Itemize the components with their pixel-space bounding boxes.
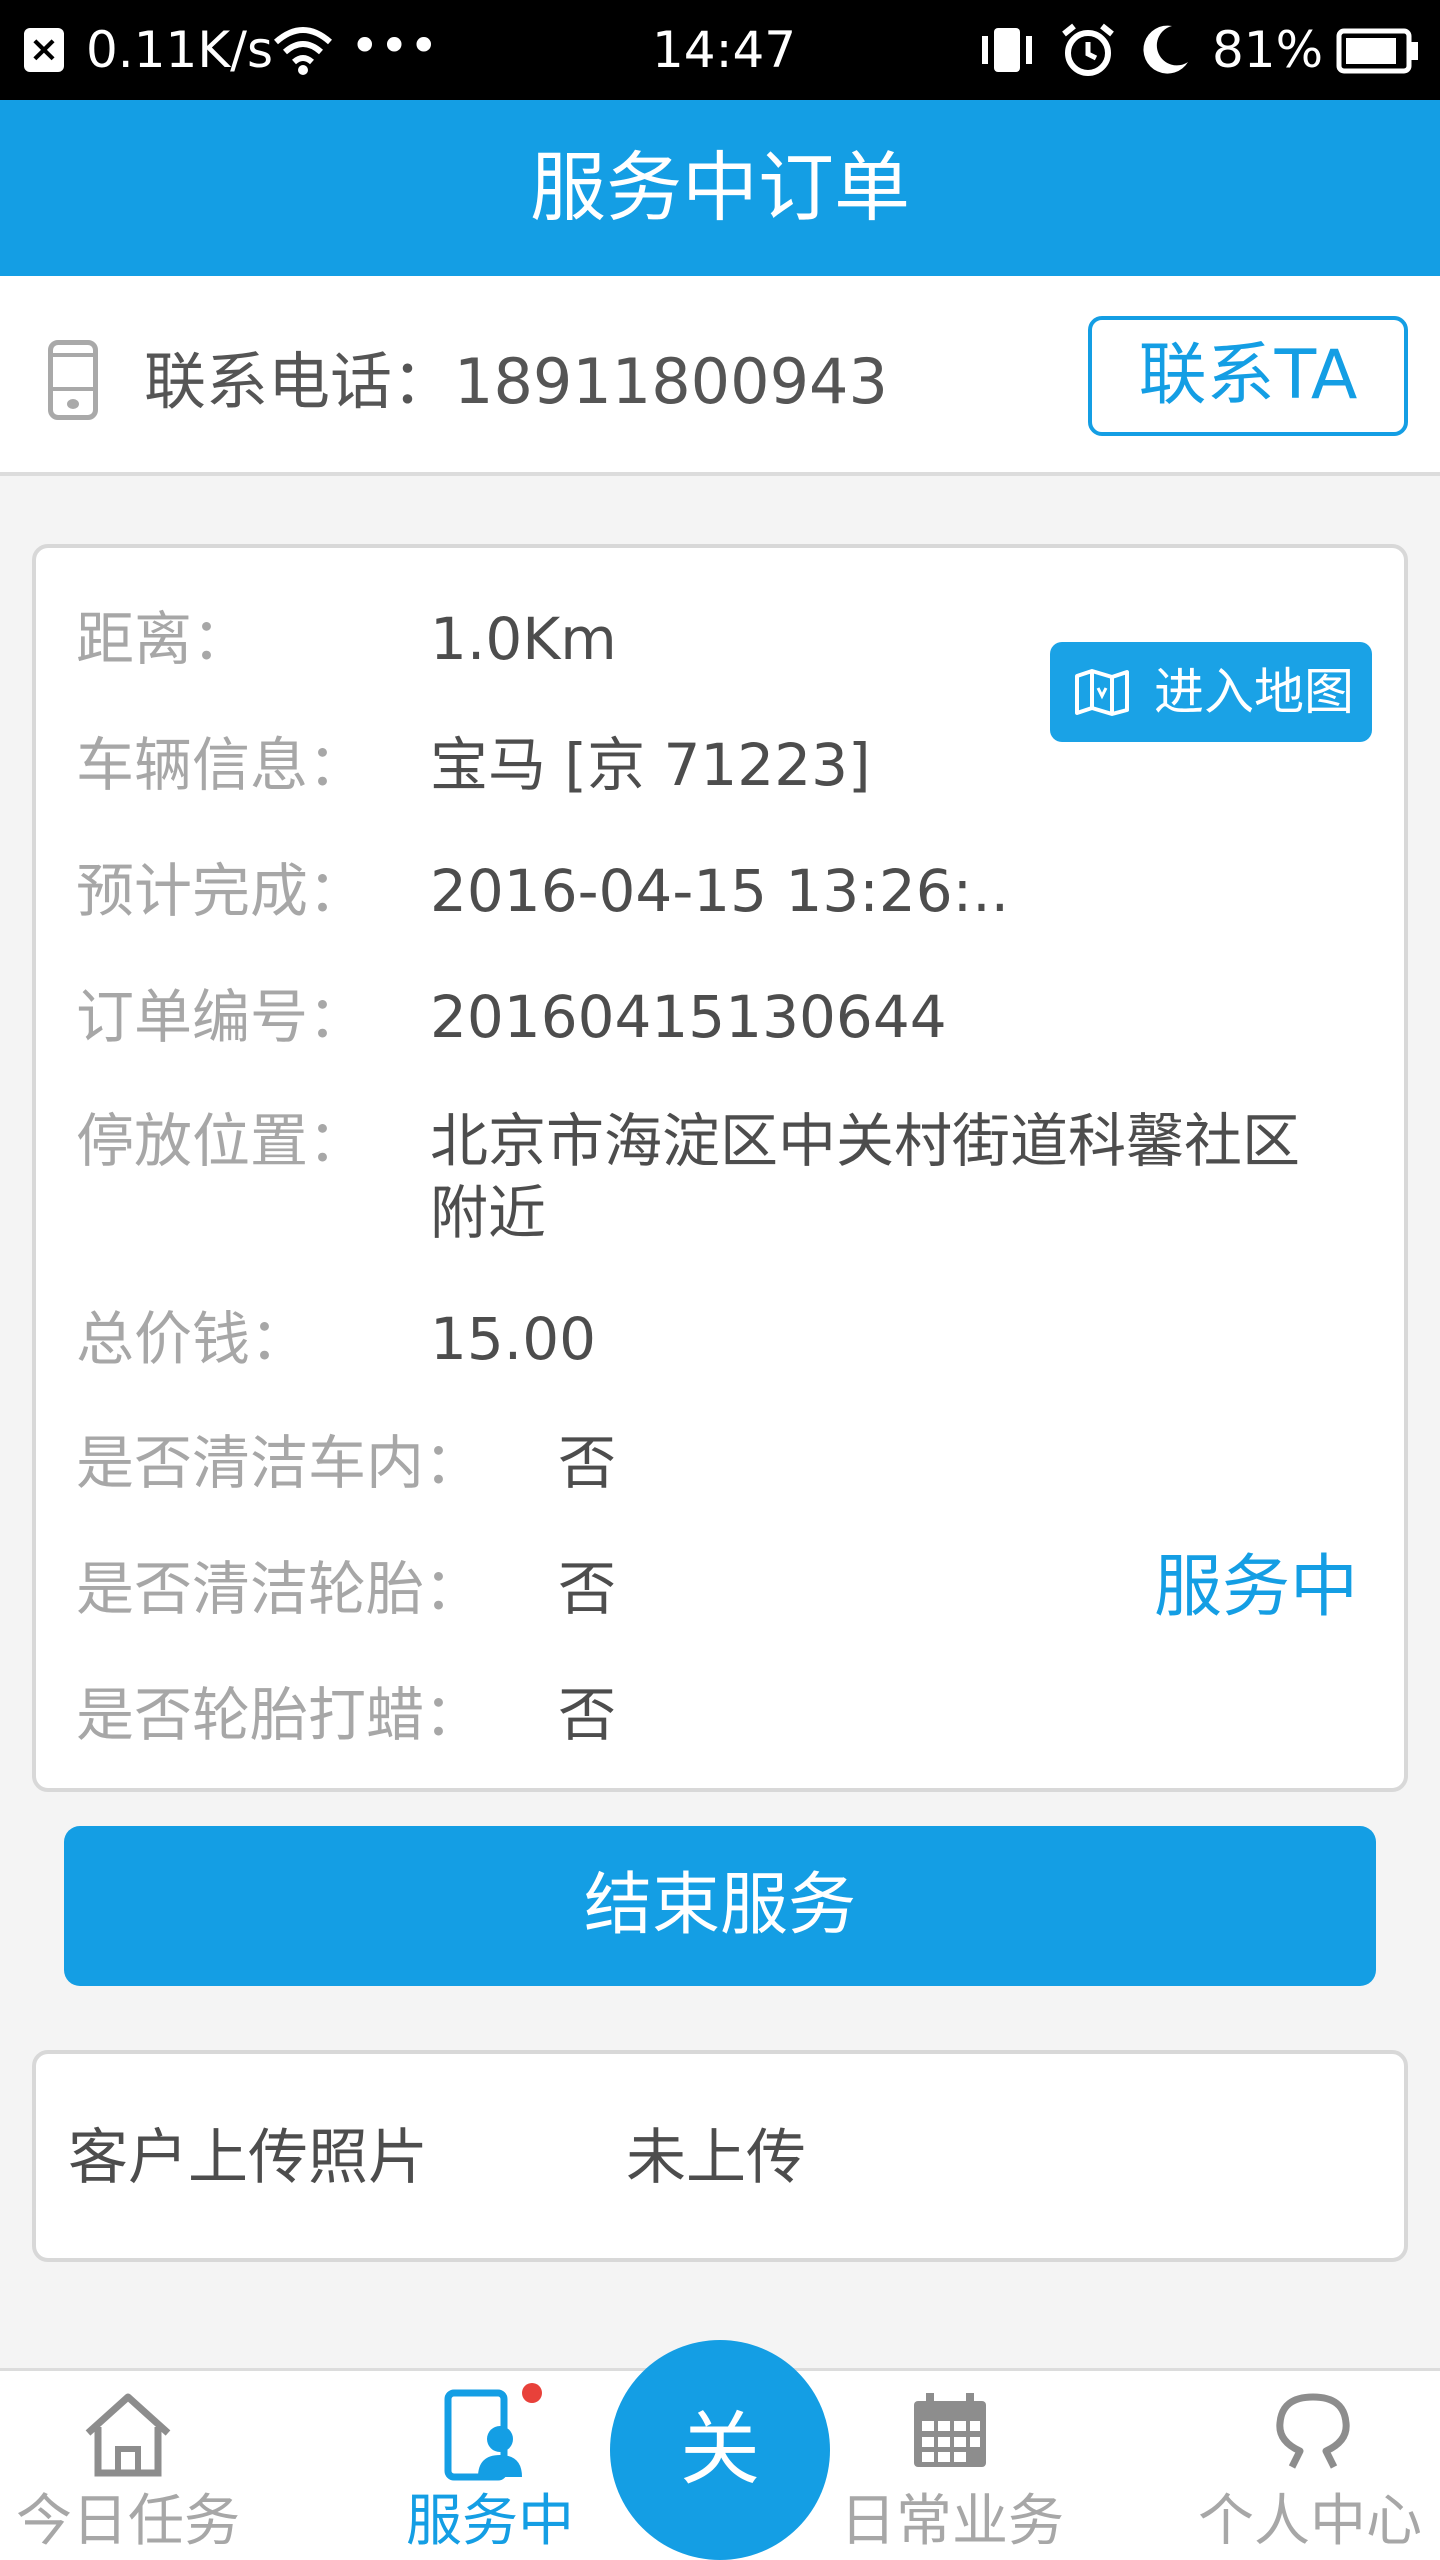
customer-photo-label: 客户上传照片 — [68, 2123, 428, 2193]
map-icon — [1075, 669, 1129, 716]
battery-icon — [1336, 28, 1418, 74]
vehicle-value: 宝马 [京 71223] — [430, 731, 871, 799]
vibrate-icon — [982, 28, 1032, 72]
total-price-row: 总价钱： 15.00 — [76, 1304, 596, 1374]
enter-map-label: 进入地图 — [1154, 663, 1354, 721]
nav-in-service[interactable]: 服务中 — [390, 2371, 590, 2560]
customer-photo-card: 客户上传照片 未上传 — [32, 2050, 1408, 2262]
clean-tire-label: 是否清洁轮胎： — [76, 1555, 483, 1623]
contact-ta-button[interactable]: 联系TA — [1088, 316, 1408, 436]
phone-icon — [48, 340, 98, 420]
clean-tire-row: 是否清洁轮胎： 否 — [76, 1554, 616, 1624]
notification-close-icon: × — [24, 28, 64, 72]
page-title: 服务中订单 — [530, 143, 910, 232]
nav-today-tasks[interactable]: 今日任务 — [0, 2371, 260, 2560]
total-price-value: 15.00 — [430, 1305, 597, 1373]
contact-row: 联系电话：18911800943 联系TA — [0, 276, 1440, 476]
more-dots: ••• — [350, 17, 439, 75]
nav-daily-business-label: 日常业务 — [840, 2489, 1064, 2554]
parking-label: 停放位置： — [76, 1107, 367, 1175]
clean-interior-label: 是否清洁车内： — [76, 1429, 483, 1497]
moon-icon — [1143, 25, 1188, 74]
tire-wax-value: 否 — [558, 1681, 617, 1749]
tire-wax-label: 是否轮胎打蜡： — [76, 1681, 483, 1749]
calendar-icon — [914, 2393, 986, 2467]
nav-daily-business[interactable]: 日常业务 — [830, 2371, 1070, 2560]
contact-phone-label: 联系电话：18911800943 — [144, 345, 888, 418]
nav-today-tasks-label: 今日任务 — [16, 2489, 240, 2554]
eta-row: 预计完成： 2016-04-15 13:26:.. — [76, 856, 1009, 926]
distance-row: 距离： 1.0Km — [76, 604, 617, 674]
service-icon — [444, 2389, 522, 2481]
tire-wax-row: 是否轮胎打蜡： 否 — [76, 1680, 616, 1750]
parking-row: 停放位置： 北京市海淀区中关村街道科馨社区 附近 — [76, 1106, 1300, 1247]
app-header: 服务中订单 — [0, 100, 1440, 276]
eta-value: 2016-04-15 13:26:.. — [430, 857, 1010, 925]
vehicle-label: 车辆信息： — [76, 731, 367, 799]
order-status: 服务中 — [1154, 1548, 1359, 1627]
distance-label: 距离： — [76, 605, 251, 673]
clock: 14:47 — [652, 21, 797, 79]
order-number-row: 订单编号： 20160415130644 — [76, 982, 947, 1052]
order-number-label: 订单编号： — [76, 983, 367, 1051]
enter-map-button[interactable]: 进入地图 — [1050, 642, 1372, 742]
nav-personal-center-label: 个人中心 — [1198, 2489, 1422, 2554]
total-price-label: 总价钱： — [76, 1305, 309, 1373]
clean-interior-row: 是否清洁车内： 否 — [76, 1428, 616, 1498]
network-speed: 0.11K/s — [86, 21, 274, 79]
vehicle-row: 车辆信息： 宝马 [京 71223] — [76, 730, 871, 800]
center-action-button[interactable]: 关 — [610, 2340, 830, 2560]
home-icon — [85, 2393, 171, 2477]
customer-photo-status: 未上传 — [626, 2123, 806, 2193]
parking-value-line2: 附近 — [430, 1179, 547, 1247]
nav-in-service-label: 服务中 — [406, 2489, 574, 2554]
clean-interior-value: 否 — [558, 1429, 617, 1497]
notification-badge — [522, 2383, 542, 2403]
wifi-icon — [274, 27, 332, 75]
order-number-value: 20160415130644 — [430, 983, 947, 1051]
user-icon — [1276, 2393, 1350, 2469]
alarm-icon — [1062, 23, 1114, 76]
parking-value-line1: 北京市海淀区中关村街道科馨社区 — [430, 1107, 1301, 1175]
distance-value: 1.0Km — [430, 605, 617, 673]
status-bar: × 0.11K/s ••• 14:47 81% — [0, 0, 1440, 100]
order-detail-card: 距离： 1.0Km 车辆信息： 宝马 [京 71223] 预计完成： 2016-… — [32, 544, 1408, 1792]
nav-personal-center[interactable]: 个人中心 — [1190, 2371, 1440, 2560]
battery-percent: 81% — [1212, 21, 1324, 79]
clean-tire-value: 否 — [558, 1555, 617, 1623]
eta-label: 预计完成： — [76, 857, 367, 925]
end-service-button[interactable]: 结束服务 — [64, 1826, 1376, 1986]
